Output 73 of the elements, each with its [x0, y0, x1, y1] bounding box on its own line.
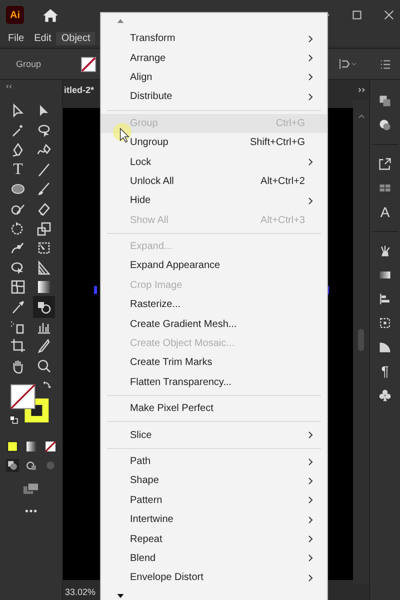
- maximize-icon[interactable]: [352, 10, 362, 20]
- menu-item[interactable]: Blend: [101, 548, 327, 568]
- gradient-icon[interactable]: [24, 440, 38, 453]
- brush-icon[interactable]: [36, 181, 52, 198]
- menu-item[interactable]: Intertwine: [101, 510, 327, 530]
- menu-item[interactable]: Align: [101, 68, 327, 88]
- menu-item[interactable]: Create Gradient Mesh...: [101, 314, 327, 334]
- spray-can-icon[interactable]: [10, 318, 26, 335]
- search-icon[interactable]: [36, 358, 52, 374]
- zoom-level[interactable]: 33.02%: [65, 587, 96, 597]
- pathfinder-icon[interactable]: [378, 340, 392, 354]
- menu-item[interactable]: Hide: [101, 191, 327, 211]
- scroll-down-icon[interactable]: [117, 594, 124, 598]
- draw-behind-icon[interactable]: [24, 458, 38, 472]
- expand-icon[interactable]: [357, 87, 366, 93]
- menu-item[interactable]: Shape: [101, 471, 327, 491]
- menu-item[interactable]: Pattern: [101, 490, 327, 510]
- menu-item[interactable]: Path: [101, 452, 327, 472]
- slice-icon[interactable]: [36, 338, 52, 354]
- club-icon[interactable]: [378, 388, 392, 402]
- menu-item[interactable]: Transform: [101, 29, 327, 48]
- more-icon[interactable]: [25, 508, 37, 513]
- line-icon[interactable]: [36, 162, 52, 178]
- menu-item[interactable]: Rasterize...: [101, 295, 327, 314]
- circles-icon[interactable]: [378, 118, 392, 132]
- align-icon[interactable]: [378, 292, 392, 306]
- type-tool-icon[interactable]: T: [10, 162, 26, 178]
- menu-item[interactable]: Expand Appearance: [101, 256, 327, 276]
- lasso-icon[interactable]: [36, 122, 52, 139]
- menu-item[interactable]: Unlock All Alt+Ctrl+2: [101, 172, 327, 192]
- menu-bar-item[interactable]: File: [3, 32, 30, 44]
- perspective-grid-icon[interactable]: [36, 260, 52, 276]
- eyedropper-icon[interactable]: [10, 298, 26, 315]
- menu-item[interactable]: Flatten Transparency...: [101, 372, 327, 392]
- scroll-up-icon[interactable]: [117, 19, 124, 23]
- close-icon[interactable]: [384, 10, 394, 20]
- menu-item[interactable]: Create Trim Marks: [101, 353, 327, 373]
- menu-item[interactable]: Lock: [101, 152, 327, 172]
- scroll-thumb[interactable]: [358, 329, 364, 351]
- export-icon[interactable]: [378, 157, 392, 171]
- eraser-icon[interactable]: [36, 200, 52, 217]
- selection-handle: [94, 286, 97, 294]
- menu-item[interactable]: Envelope Distort: [101, 568, 327, 588]
- color-icon[interactable]: [6, 440, 18, 453]
- none-icon[interactable]: [44, 440, 56, 453]
- align-dropdown-icon[interactable]: [338, 58, 358, 70]
- gradient-icon[interactable]: [36, 279, 52, 296]
- home-icon[interactable]: [42, 6, 59, 24]
- selection-label: Group: [16, 59, 42, 69]
- menu-bar-item[interactable]: Object: [56, 32, 96, 44]
- collapse-icon[interactable]: [5, 84, 13, 89]
- menu-bar-item[interactable]: Edit: [29, 32, 56, 44]
- list-icon[interactable]: [380, 58, 391, 70]
- scale-icon[interactable]: [36, 220, 52, 237]
- stroke-swatch[interactable]: [81, 56, 96, 72]
- menu-item[interactable]: Ungroup Shift+Ctrl+G: [101, 132, 327, 152]
- menu-item[interactable]: Repeat: [101, 529, 327, 549]
- menu-item[interactable]: Arrange: [101, 48, 327, 68]
- menu-item[interactable]: Distribute: [101, 87, 327, 107]
- menu-item[interactable]: Slice: [101, 425, 327, 445]
- blend-icon[interactable]: [36, 298, 52, 315]
- paragraph-icon[interactable]: ¶: [378, 364, 392, 378]
- draw-normal-icon[interactable]: [6, 458, 18, 472]
- document-tab[interactable]: itled-2*: [64, 85, 94, 95]
- scroll-up-icon[interactable]: [358, 114, 364, 119]
- mesh-icon[interactable]: [10, 279, 26, 296]
- layers-icon[interactable]: [378, 94, 392, 108]
- app-logo: Ai: [6, 6, 24, 24]
- free-transform-icon[interactable]: [36, 240, 52, 256]
- menu-item[interactable]: Make Pixel Perfect: [101, 399, 327, 418]
- artboard-icon[interactable]: [10, 338, 26, 354]
- screen-mode-icon[interactable]: [22, 482, 40, 495]
- character-icon[interactable]: A: [378, 205, 392, 219]
